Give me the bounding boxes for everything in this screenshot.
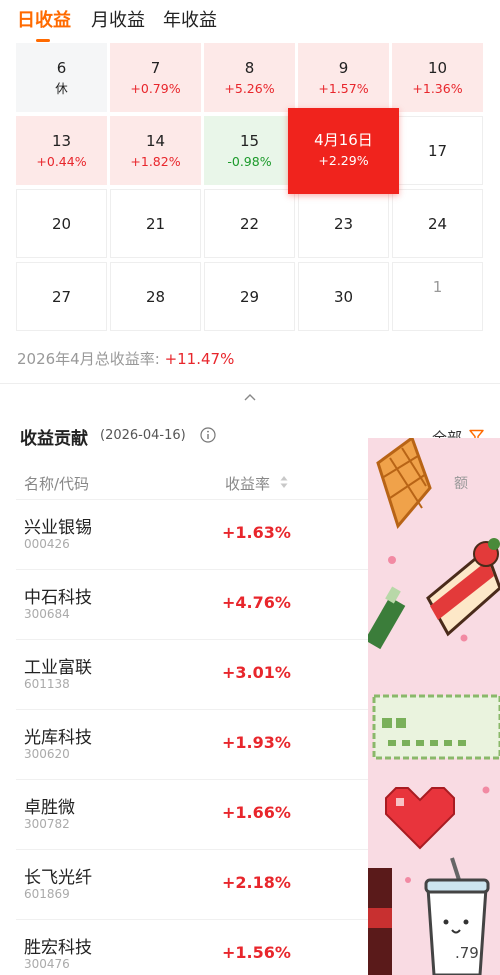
stock-name: 光库科技 xyxy=(24,728,92,748)
section-date: (2026-04-16) xyxy=(100,428,186,443)
soda-bottle-icon xyxy=(368,868,392,975)
calendar-day-return: +2.29% xyxy=(318,153,369,168)
stock-name: 工业富联 xyxy=(24,658,92,678)
calendar-day-cell[interactable]: 9 +1.57% xyxy=(298,43,389,112)
tab-daily[interactable]: 日收益 xyxy=(17,6,71,32)
calendar-day-number: 17 xyxy=(427,142,448,160)
stock-return-rate: +1.56% xyxy=(222,943,291,962)
decorative-sticker xyxy=(368,438,500,975)
calendar-day-number: 7 xyxy=(150,59,161,77)
speech-bubble-icon xyxy=(372,694,500,760)
calendar-day-return: -0.98% xyxy=(227,154,272,169)
calendar-day-number: 10 xyxy=(427,59,448,77)
calendar-day-number: 1 xyxy=(432,278,443,296)
calendar-day-return: +1.57% xyxy=(318,81,369,96)
calendar-day-number: 23 xyxy=(333,215,354,233)
chevron-up-icon[interactable] xyxy=(244,393,256,401)
month-summary: 2026年4月总收益率: +11.47% xyxy=(17,348,234,369)
calendar-day-number: 27 xyxy=(51,288,72,306)
calendar-day-cell[interactable]: 21 xyxy=(110,189,201,258)
amount-value: .79 xyxy=(455,944,479,962)
stock-name: 卓胜微 xyxy=(24,798,75,818)
stock-code: 300620 xyxy=(24,747,70,761)
column-header-amount: 额 xyxy=(454,476,468,492)
calendar-day-cell[interactable]: 24 xyxy=(392,189,483,258)
sort-icon[interactable] xyxy=(280,475,288,489)
calendar-day-number: 4月16日 xyxy=(314,131,373,149)
calendar-day-cell[interactable]: 10 +1.36% xyxy=(392,43,483,112)
calendar-day-number: 22 xyxy=(239,215,260,233)
calendar-day-return: +1.82% xyxy=(130,154,181,169)
calendar-day-cell[interactable]: 14 +1.82% xyxy=(110,116,201,185)
calendar-day-number: 30 xyxy=(333,288,354,306)
sticker-illustration xyxy=(368,438,500,975)
summary-label: 2026年4月总收益率: xyxy=(17,350,160,368)
calendar-day-cell[interactable]: 7 +0.79% xyxy=(110,43,201,112)
stock-return-rate: +3.01% xyxy=(222,663,291,682)
stock-code: 300782 xyxy=(24,817,70,831)
calendar-day-cell[interactable]: 4月16日 +2.29% xyxy=(288,108,399,194)
calendar-day-cell[interactable]: 28 xyxy=(110,262,201,331)
stock-return-rate: +1.63% xyxy=(222,523,291,542)
summary-value: +11.47% xyxy=(164,350,235,368)
calendar-day-number: 15 xyxy=(239,132,260,150)
tab-monthly[interactable]: 月收益 xyxy=(91,6,145,32)
calendar-day-cell[interactable]: 29 xyxy=(204,262,295,331)
calendar-day-return: +0.44% xyxy=(36,154,87,169)
calendar-day-number: 20 xyxy=(51,215,72,233)
calendar-day-return: 休 xyxy=(55,81,68,96)
stock-name: 长飞光纤 xyxy=(24,868,92,888)
calendar-day-number: 14 xyxy=(145,132,166,150)
calendar-day-number: 6 xyxy=(56,59,67,77)
calendar-day-cell[interactable]: 6休 xyxy=(16,43,107,112)
stock-code: 300684 xyxy=(24,607,70,621)
calendar-day-number: 9 xyxy=(338,59,349,77)
stock-return-rate: +2.18% xyxy=(222,873,291,892)
calendar-day-cell[interactable]: 17 xyxy=(392,116,483,185)
calendar-day-return: +5.26% xyxy=(224,81,275,96)
calendar-day-number: 28 xyxy=(145,288,166,306)
column-header-name: 名称/代码 xyxy=(24,475,90,493)
calendar-day-return: +0.79% xyxy=(130,81,181,96)
stock-code: 000426 xyxy=(24,537,70,551)
active-tab-indicator xyxy=(36,39,50,42)
stock-code: 300476 xyxy=(24,957,70,971)
divider xyxy=(0,383,500,384)
calendar-day-cell[interactable]: 30 xyxy=(298,262,389,331)
column-header-rate[interactable]: 收益率 xyxy=(225,473,270,494)
tab-yearly[interactable]: 年收益 xyxy=(163,6,217,32)
calendar-day-cell[interactable]: 22 xyxy=(204,189,295,258)
stock-name: 中石科技 xyxy=(24,588,92,608)
stock-return-rate: +1.93% xyxy=(222,733,291,752)
calendar-day-return: +1.36% xyxy=(412,81,463,96)
calendar-day-number: 13 xyxy=(51,132,72,150)
section-title: 收益贡献 xyxy=(20,429,88,449)
calendar-day-cell[interactable]: 8 +5.26% xyxy=(204,43,295,112)
stock-return-rate: +1.66% xyxy=(222,803,291,822)
calendar-day-number: 24 xyxy=(427,215,448,233)
calendar-day-cell[interactable]: 23 xyxy=(298,189,389,258)
period-tabs: 日收益 月收益 年收益 xyxy=(0,0,500,44)
stock-return-rate: +4.76% xyxy=(222,593,291,612)
info-icon[interactable] xyxy=(200,427,216,443)
calendar-day-number: 8 xyxy=(244,59,255,77)
calendar-day-cell[interactable]: 13 +0.44% xyxy=(16,116,107,185)
calendar-day-cell[interactable]: 15 -0.98% xyxy=(204,116,295,185)
stock-name: 兴业银锡 xyxy=(24,518,92,538)
calendar-day-cell[interactable]: 1 xyxy=(392,262,483,331)
stock-code: 601869 xyxy=(24,887,70,901)
calendar-day-number: 29 xyxy=(239,288,260,306)
stock-name: 胜宏科技 xyxy=(24,938,92,958)
calendar-day-cell[interactable]: 20 xyxy=(16,189,107,258)
calendar-day-number: 21 xyxy=(145,215,166,233)
calendar-day-cell[interactable]: 27 xyxy=(16,262,107,331)
stock-code: 601138 xyxy=(24,677,70,691)
